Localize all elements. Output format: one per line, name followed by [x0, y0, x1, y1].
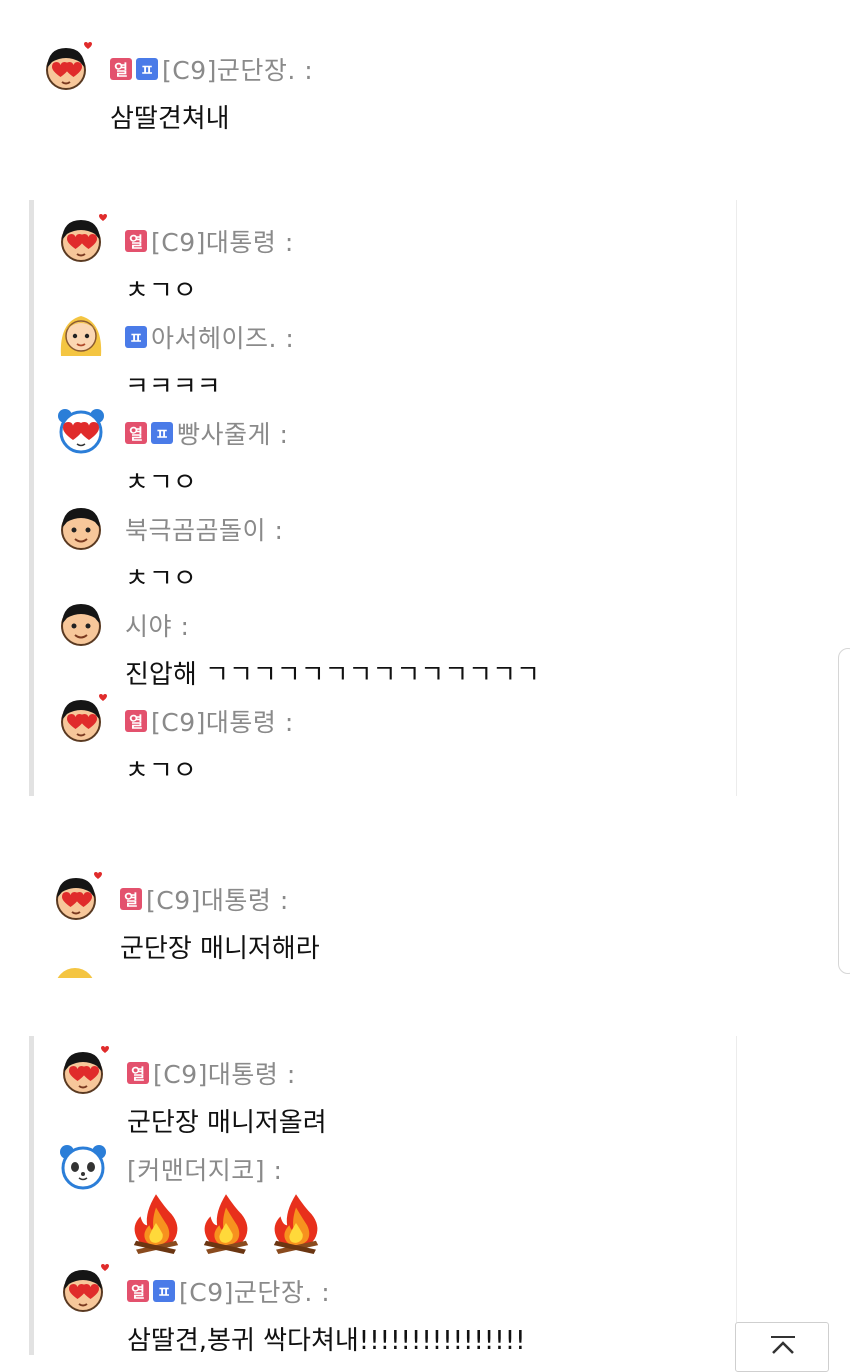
- chat-capture-page: { "badges": { "red": "열", "blue": "ㅍ" },…: [0, 0, 850, 1372]
- fan-badge: 열: [127, 1062, 149, 1084]
- message-header: 열 ㅍ [C9]군단장. :: [127, 1273, 330, 1309]
- heart-eyes-boy-icon: [55, 692, 107, 744]
- message-text: 군단장 매니저해라: [120, 934, 320, 964]
- subscriber-badge: ㅍ: [136, 58, 158, 80]
- panda-icon: [57, 1140, 109, 1192]
- chat-block-2: 열 [C9]대통령 : ㅊㄱㅇ ㅍ 아서헤이즈. : ㅋㅋㅋㅋ 열 ㅍ 빵사줄게…: [0, 200, 850, 796]
- username[interactable]: 시야 :: [125, 607, 189, 643]
- fan-badge: 열: [120, 888, 142, 910]
- message-header: 열 ㅍ [C9]군단장. :: [110, 51, 313, 87]
- username[interactable]: 북극곰곰돌이 :: [125, 511, 283, 547]
- username[interactable]: [C9]군단장. :: [179, 1273, 330, 1309]
- block-border: [29, 1036, 34, 1355]
- message-text: 군단장 매니저올려: [127, 1108, 327, 1138]
- username[interactable]: [C9]대통령 :: [153, 1055, 296, 1091]
- heart-eyes-boy-icon: [57, 1262, 109, 1314]
- heart-eyes-panda-icon: [55, 404, 107, 456]
- message-header: 열 [C9]대통령 :: [127, 1055, 296, 1091]
- arrow-up-icon: [771, 1336, 795, 1354]
- username[interactable]: [C9]군단장. :: [162, 51, 313, 87]
- heart-eyes-boy-icon: [55, 212, 107, 264]
- fan-badge: 열: [125, 230, 147, 252]
- chat-block-3: 열 [C9]대통령 : 군단장 매니저해라: [0, 856, 850, 978]
- message-text: 진압해 ㄱㄱㄱㄱㄱㄱㄱㄱㄱㄱㄱㄱㄱㄱ: [125, 660, 540, 690]
- chat-message: 열 [C9]대통령 : 군단장 매니저올려: [57, 1044, 657, 1138]
- message-header: 시야 :: [125, 607, 189, 643]
- scrollbar-handle[interactable]: [838, 648, 850, 974]
- message-text: ㅊㄱㅇ: [125, 756, 197, 786]
- chat-message: 북극곰곰돌이 : ㅊㄱㅇ: [55, 500, 655, 594]
- emoji-row: [127, 1192, 325, 1254]
- campfire-icon: [197, 1192, 255, 1254]
- chat-message: 열 [C9]대통령 : ㅊㄱㅇ: [55, 692, 655, 786]
- username[interactable]: [C9]대통령 :: [146, 881, 289, 917]
- message-header: 열 ㅍ 빵사줄게 :: [125, 415, 288, 451]
- boy-icon: [55, 500, 107, 552]
- chat-block-4: 열 [C9]대통령 : 군단장 매니저올려 [커맨더지코] : 열 ㅍ [C9]…: [0, 1036, 850, 1355]
- subscriber-badge: ㅍ: [151, 422, 173, 444]
- message-text: ㅊㄱㅇ: [125, 276, 197, 306]
- heart-eyes-boy-icon: [50, 870, 102, 922]
- message-header: 열 [C9]대통령 :: [125, 703, 294, 739]
- chat-message: ㅍ 아서헤이즈. : ㅋㅋㅋㅋ: [55, 308, 655, 402]
- username[interactable]: 빵사줄게 :: [177, 415, 288, 451]
- boy-icon: [55, 596, 107, 648]
- message-text: 삼딸견쳐내: [110, 104, 230, 134]
- username[interactable]: 아서헤이즈. :: [151, 319, 294, 355]
- username[interactable]: [C9]대통령 :: [151, 223, 294, 259]
- heart-eyes-boy-icon: [40, 40, 92, 92]
- chat-message: 열 ㅍ [C9]군단장. : 삼딸견쳐내: [40, 40, 540, 134]
- chat-block-1: 열 ㅍ [C9]군단장. : 삼딸견쳐내: [0, 40, 850, 140]
- message-header: ㅍ 아서헤이즈. :: [125, 319, 294, 355]
- subscriber-badge: ㅍ: [153, 1280, 175, 1302]
- username[interactable]: [C9]대통령 :: [151, 703, 294, 739]
- message-header: 북극곰곰돌이 :: [125, 511, 283, 547]
- block-border: [29, 200, 34, 796]
- fan-badge: 열: [127, 1280, 149, 1302]
- message-text: ㅋㅋㅋㅋ: [125, 372, 221, 402]
- message-header: [커맨더지코] :: [127, 1151, 282, 1187]
- campfire-icon: [267, 1192, 325, 1254]
- fan-badge: 열: [110, 58, 132, 80]
- chat-message: 시야 : 진압해 ㄱㄱㄱㄱㄱㄱㄱㄱㄱㄱㄱㄱㄱㄱ: [55, 596, 705, 690]
- truncated-avatar: [55, 968, 95, 978]
- fan-badge: 열: [125, 422, 147, 444]
- message-header: 열 [C9]대통령 :: [125, 223, 294, 259]
- username[interactable]: [커맨더지코] :: [127, 1151, 282, 1187]
- message-text: 삼딸견,봉귀 싹다쳐내!!!!!!!!!!!!!!!!: [127, 1326, 526, 1355]
- chat-message: 열 [C9]대통령 : ㅊㄱㅇ: [55, 212, 655, 306]
- message-text: ㅊㄱㅇ: [125, 564, 197, 594]
- message-header: 열 [C9]대통령 :: [120, 881, 289, 917]
- campfire-icon: [127, 1192, 185, 1254]
- chat-message: 열 [C9]대통령 : 군단장 매니저해라: [50, 870, 650, 964]
- heart-eyes-boy-icon: [57, 1044, 109, 1096]
- message-text: ㅊㄱㅇ: [125, 468, 197, 498]
- block-divider: [736, 200, 737, 796]
- chat-message: [커맨더지코] :: [57, 1140, 657, 1260]
- scroll-top-button[interactable]: [735, 1322, 829, 1372]
- block-divider: [736, 1036, 737, 1355]
- chat-message: 열 ㅍ [C9]군단장. : 삼딸견,봉귀 싹다쳐내!!!!!!!!!!!!!!…: [57, 1262, 717, 1355]
- blonde-girl-icon: [55, 308, 107, 360]
- subscriber-badge: ㅍ: [125, 326, 147, 348]
- chat-message: 열 ㅍ 빵사줄게 : ㅊㄱㅇ: [55, 404, 655, 498]
- fan-badge: 열: [125, 710, 147, 732]
